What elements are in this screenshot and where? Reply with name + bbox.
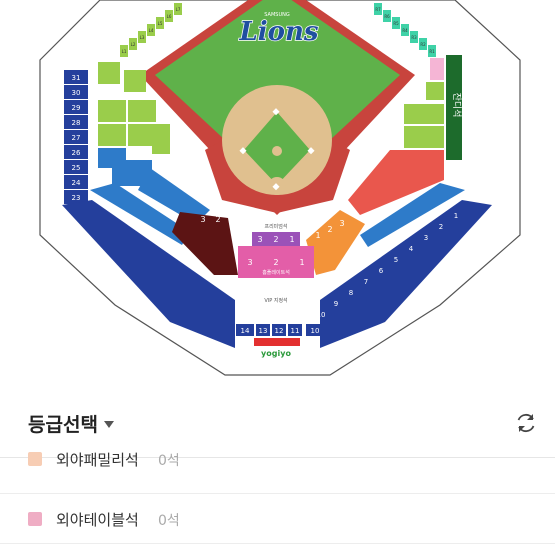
seat-section-label: 2 <box>273 235 278 244</box>
seat-section-label: 9 <box>334 300 338 308</box>
seat-section-label: 1 <box>315 231 320 240</box>
tag-label: L3 <box>140 35 145 40</box>
refresh-icon[interactable] <box>514 411 538 435</box>
home-bottom-sections[interactable]: 14 13 12 11 10 <box>236 324 324 336</box>
seat-section-label: 1 <box>289 235 294 244</box>
seat-section-label: 23 <box>72 194 81 202</box>
team-logo: Lions <box>238 17 318 47</box>
tag-label: R3 <box>411 35 417 40</box>
grade-name: 외야패밀리석 <box>56 451 139 469</box>
tag-label: R2 <box>420 42 426 47</box>
vip-label: VIP 지정석 <box>264 297 287 304</box>
seat-section-label: 29 <box>72 104 81 112</box>
grade-color-swatch <box>28 452 42 466</box>
seat-section-label: 6 <box>379 267 384 275</box>
grade-color-swatch <box>28 512 42 526</box>
seat-section-label: 3 <box>200 215 205 224</box>
grade-seat-count: 0석 <box>158 513 180 529</box>
tag-label: R4 <box>402 28 408 33</box>
pitcher-mound <box>272 146 282 156</box>
seat-section-label: 31 <box>72 74 81 82</box>
grade-seat-count: 0석 <box>158 453 180 469</box>
red-badge <box>254 338 300 346</box>
tag-label: R1 <box>429 49 435 54</box>
seat-section-label: 26 <box>72 149 81 157</box>
tag-label: L7 <box>176 7 181 12</box>
seat-section-label: 2 <box>327 225 332 234</box>
seat-section-label: 2 <box>215 215 220 224</box>
caret-down-icon <box>103 421 114 428</box>
grade-row[interactable]: 외야패밀리석 0석 <box>0 444 555 494</box>
tag-label: L2 <box>131 42 136 47</box>
seat-section-label: 13 <box>259 327 268 335</box>
seat-section-label: 8 <box>349 289 353 297</box>
grade-select-dropdown[interactable]: 등급선택 <box>28 410 114 437</box>
seat-section-label: 2 <box>439 223 443 231</box>
seat-section-label: 1 <box>454 212 458 220</box>
seat-section-label: 5 <box>394 256 398 264</box>
seat-section-label: 27 <box>72 134 81 142</box>
seat-section-label: 3 <box>247 258 252 267</box>
tag-label: L5 <box>158 21 163 26</box>
home-plate-label: 홈플레이트석 <box>262 269 290 276</box>
grade-name: 외야테이블석 <box>56 511 139 529</box>
tag-label: R7 <box>375 7 381 12</box>
premium-label: 프리미엄석 <box>264 223 287 230</box>
seat-section-label: 1 <box>299 258 304 267</box>
tag-label: L4 <box>149 28 154 33</box>
stadium-seat-map: SAMSUNG Lions L1L2L3L4L5L6L7 R1R2R3R4R5R… <box>39 0 521 376</box>
brand-label: yogiyo <box>261 349 291 358</box>
seat-section-label: 2 <box>273 258 278 267</box>
tag-label: L1 <box>122 49 127 54</box>
seat-section-label: 4 <box>409 245 414 253</box>
seat-section-label: 25 <box>72 164 81 172</box>
tag-label: L6 <box>167 14 172 19</box>
seat-section-label: 14 <box>241 327 250 335</box>
seat-section-label: 12 <box>275 327 284 335</box>
seat-section-label: 3 <box>339 219 344 228</box>
seat-section-label: 28 <box>72 119 81 127</box>
grade-row[interactable]: 외야테이블석 0석 <box>0 494 555 544</box>
tag-label: R6 <box>384 14 390 19</box>
lawn-label: 잔디석 <box>451 93 462 118</box>
seat-section-label: 1 <box>230 215 235 224</box>
seat-section-label: 11 <box>291 327 300 335</box>
seat-section-label: 3 <box>257 235 262 244</box>
seat-section-label: 10 <box>311 327 320 335</box>
seat-section-label: 30 <box>72 89 81 97</box>
seat-section-label: 7 <box>364 278 368 286</box>
grade-select-label: 등급선택 <box>28 414 98 436</box>
seat-section-label: 24 <box>72 179 81 187</box>
tag-label: R5 <box>393 21 399 26</box>
grade-panel: 등급선택 외야패밀리석 0석 외야테이블석 0석 <box>0 380 555 555</box>
seat-section-label: 10 <box>317 311 326 319</box>
seat-section-label: 3 <box>424 234 428 242</box>
